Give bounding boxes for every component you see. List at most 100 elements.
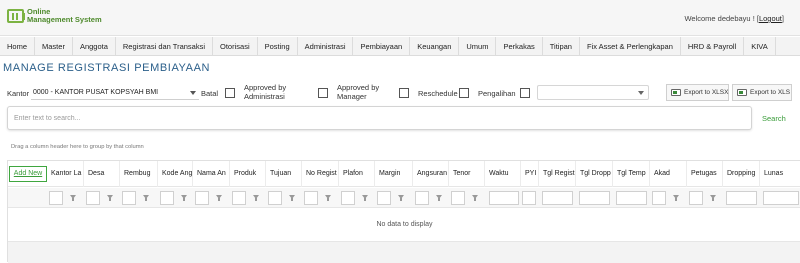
column-header[interactable]: Nama An bbox=[193, 161, 230, 187]
export-xls-button[interactable]: Export to XLS bbox=[732, 84, 792, 101]
column-header[interactable]: Tenor bbox=[449, 161, 485, 187]
filter-icon[interactable] bbox=[325, 195, 331, 201]
filter-icon[interactable] bbox=[143, 195, 149, 201]
menu-item-anggota[interactable]: Anggota bbox=[73, 37, 116, 55]
filter-input[interactable] bbox=[86, 191, 100, 205]
column-header[interactable]: Petugas bbox=[687, 161, 723, 187]
export-xlsx-button[interactable]: Export to XLSX bbox=[666, 84, 729, 101]
filter-input[interactable] bbox=[195, 191, 209, 205]
kantor-value: 0000 - KANTOR PUSAT KOPSYAH BMI bbox=[33, 89, 159, 96]
column-header[interactable]: Margin bbox=[375, 161, 413, 187]
filter-icon[interactable] bbox=[710, 195, 716, 201]
menu-item-kiva[interactable]: KIVA bbox=[744, 37, 776, 55]
filter-icon[interactable] bbox=[181, 195, 187, 201]
app-logo[interactable]: Online Management System bbox=[7, 8, 102, 24]
filter-input[interactable] bbox=[652, 191, 666, 205]
column-header[interactable]: Kantor La bbox=[47, 161, 84, 187]
search-box bbox=[7, 106, 752, 130]
menu-item-hrd-payroll[interactable]: HRD & Payroll bbox=[681, 37, 745, 55]
menu-item-pembiayaan[interactable]: Pembiayaan bbox=[353, 37, 411, 55]
filter-input[interactable] bbox=[304, 191, 318, 205]
column-header[interactable]: PYI bbox=[521, 161, 539, 187]
column-header[interactable]: Produk bbox=[230, 161, 266, 187]
filter-input[interactable] bbox=[49, 191, 63, 205]
approved-admin-checkbox[interactable] bbox=[318, 88, 328, 98]
menu-item-registrasi[interactable]: Registrasi dan Transaksi bbox=[116, 37, 214, 55]
group-panel-hint: Drag a column header here to group by th… bbox=[11, 144, 144, 150]
column-header[interactable]: Tujuan bbox=[266, 161, 302, 187]
filter-input[interactable] bbox=[726, 191, 757, 205]
filter-icon[interactable] bbox=[216, 195, 222, 201]
approved-admin-label: Approved by Administrasi bbox=[244, 83, 287, 101]
menu-item-keuangan[interactable]: Keuangan bbox=[410, 37, 460, 55]
menu-item-posting[interactable]: Posting bbox=[258, 37, 298, 55]
top-header: Online Management System Welcome dedebay… bbox=[0, 0, 800, 36]
filter-icon[interactable] bbox=[398, 195, 404, 201]
filter-input[interactable] bbox=[522, 191, 536, 205]
approved-manager-checkbox[interactable] bbox=[399, 88, 409, 98]
batal-label: Batal bbox=[201, 89, 219, 98]
filter-input[interactable] bbox=[489, 191, 519, 205]
column-header[interactable]: Tgl Dropp bbox=[576, 161, 613, 187]
filter-icon[interactable] bbox=[107, 195, 113, 201]
column-header[interactable]: No Regist bbox=[302, 161, 339, 187]
logo-line2: Management System bbox=[27, 15, 102, 24]
filter-input[interactable] bbox=[415, 191, 429, 205]
filter-icon[interactable] bbox=[436, 195, 442, 201]
menu-item-master[interactable]: Master bbox=[35, 37, 73, 55]
column-header[interactable]: Kode Ang bbox=[158, 161, 193, 187]
reschedule-label: Reschedule bbox=[418, 89, 458, 98]
filter-input[interactable] bbox=[232, 191, 246, 205]
column-header[interactable]: Tgl Regist bbox=[539, 161, 576, 187]
column-header[interactable]: Tgl Temp bbox=[613, 161, 650, 187]
grid-filter-row bbox=[8, 188, 800, 208]
pengalihan-select[interactable] bbox=[537, 85, 649, 100]
logout-link[interactable]: Logout bbox=[759, 14, 782, 23]
filter-input[interactable] bbox=[616, 191, 647, 205]
search-input[interactable] bbox=[14, 112, 714, 125]
filter-input[interactable] bbox=[689, 191, 703, 205]
menu-item-fix-asset[interactable]: Fix Asset & Perlengkapan bbox=[580, 37, 681, 55]
menu-item-home[interactable]: Home bbox=[0, 37, 36, 55]
add-new-button[interactable]: Add New bbox=[9, 166, 47, 182]
menu-item-otorisasi[interactable]: Otorisasi bbox=[213, 37, 258, 55]
filter-icon[interactable] bbox=[362, 195, 368, 201]
menu-item-administrasi[interactable]: Administrasi bbox=[298, 37, 354, 55]
column-header[interactable]: Dropping bbox=[723, 161, 760, 187]
filter-icon[interactable] bbox=[673, 195, 679, 201]
batal-checkbox[interactable] bbox=[225, 88, 235, 98]
chevron-down-icon bbox=[638, 91, 644, 95]
filter-input[interactable] bbox=[160, 191, 174, 205]
search-button[interactable]: Search bbox=[762, 114, 786, 123]
filter-input[interactable] bbox=[341, 191, 355, 205]
filter-input[interactable] bbox=[579, 191, 610, 205]
kantor-select[interactable]: 0000 - KANTOR PUSAT KOPSYAH BMI bbox=[31, 86, 199, 100]
column-header[interactable]: Plafon bbox=[339, 161, 375, 187]
column-header[interactable]: Rembug bbox=[120, 161, 158, 187]
filter-icon[interactable] bbox=[70, 195, 76, 201]
menu-item-titipan[interactable]: Titipan bbox=[543, 37, 580, 55]
filter-input[interactable] bbox=[377, 191, 391, 205]
filter-input[interactable] bbox=[451, 191, 465, 205]
reschedule-checkbox[interactable] bbox=[459, 88, 469, 98]
filter-icon[interactable] bbox=[289, 195, 295, 201]
page-title: MANAGE REGISTRASI PEMBIAYAAN bbox=[3, 62, 211, 74]
pengalihan-label: Pengalihan bbox=[478, 89, 516, 98]
menu-item-perkakas[interactable]: Perkakas bbox=[496, 37, 543, 55]
column-header[interactable]: Waktu bbox=[485, 161, 521, 187]
filter-input[interactable] bbox=[763, 191, 799, 205]
column-header[interactable]: Angsuran bbox=[413, 161, 449, 187]
approved-manager-label: Approved by Manager bbox=[337, 83, 380, 101]
column-header[interactable]: Lunas bbox=[760, 161, 800, 187]
menu-item-umum[interactable]: Umum bbox=[459, 37, 497, 55]
filter-input[interactable] bbox=[122, 191, 136, 205]
kantor-label: Kantor bbox=[7, 89, 30, 98]
filter-input[interactable] bbox=[542, 191, 573, 205]
filter-input[interactable] bbox=[268, 191, 282, 205]
column-header[interactable]: Desa bbox=[84, 161, 120, 187]
filter-icon[interactable] bbox=[472, 195, 478, 201]
pengalihan-checkbox[interactable] bbox=[520, 88, 530, 98]
column-header[interactable]: Akad bbox=[650, 161, 687, 187]
filter-bar: Kantor 0000 - KANTOR PUSAT KOPSYAH BMI B… bbox=[0, 83, 800, 103]
filter-icon[interactable] bbox=[253, 195, 259, 201]
